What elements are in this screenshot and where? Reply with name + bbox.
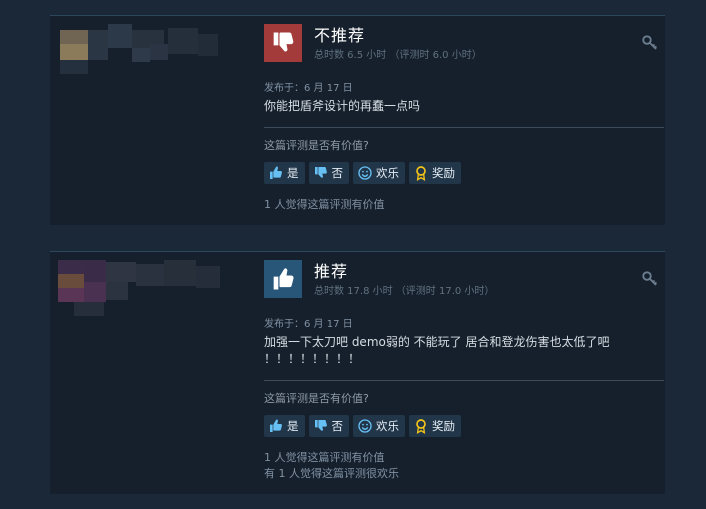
divider <box>264 127 664 128</box>
helpful-counts: 1 人觉得这篇评测有价值 有 1 人觉得这篇评测很欢乐 <box>264 450 399 482</box>
award-label: 奖励 <box>432 166 455 180</box>
helpful-counts: 1 人觉得这篇评测有价值 <box>264 197 385 213</box>
award-button[interactable]: 奖励 <box>409 162 461 184</box>
thumbs-down-icon <box>264 24 302 62</box>
author-avatar-pixelated <box>50 252 250 494</box>
key-icon <box>641 34 659 52</box>
smiley-icon <box>358 166 372 180</box>
vote-yes-button[interactable]: 是 <box>264 415 305 437</box>
review-verdict: 不推荐 <box>314 26 366 45</box>
thumbs-down-icon <box>314 167 327 178</box>
vote-yes-button[interactable]: 是 <box>264 162 305 184</box>
playtime-hours: 总时数 6.5 小时 （评测时 6.0 小时） <box>314 50 482 61</box>
vote-funny-label: 欢乐 <box>376 419 399 433</box>
vote-buttons: 是 否 欢乐 奖励 <box>264 415 461 437</box>
vote-yes-label: 是 <box>287 419 299 433</box>
funny-count-line: 有 1 人觉得这篇评测很欢乐 <box>264 467 399 480</box>
divider <box>264 380 664 381</box>
smiley-icon <box>358 419 372 433</box>
vote-no-button[interactable]: 否 <box>308 162 349 184</box>
vote-no-label: 否 <box>331 419 344 433</box>
vote-funny-label: 欢乐 <box>376 166 399 180</box>
award-ribbon-icon <box>416 419 426 434</box>
thumbs-up-icon <box>270 419 282 432</box>
review-card: 推荐 总时数 17.8 小时 （评测时 17.0 小时） 发布于：6 月 17 … <box>50 251 665 494</box>
review-content: 加强一下太刀吧 demo弱的 不能玩了 居合和登龙伤害也太低了吧 ！！！！！！！… <box>264 335 610 366</box>
award-label: 奖励 <box>432 419 455 433</box>
playtime-hours: 总时数 17.8 小时 （评测时 17.0 小时） <box>314 286 495 297</box>
vote-buttons: 是 否 欢乐 奖励 <box>264 162 461 184</box>
key-icon <box>641 270 659 288</box>
thumbs-down-icon <box>314 420 327 431</box>
thumbs-up-icon <box>270 166 282 179</box>
review-card: 不推荐 总时数 6.5 小时 （评测时 6.0 小时） 发布于：6 月 17 日… <box>50 15 665 225</box>
vote-no-button[interactable]: 否 <box>308 415 349 437</box>
award-ribbon-icon <box>416 166 426 181</box>
helpful-count-line: 1 人觉得这篇评测有价值 <box>264 451 385 464</box>
author-avatar-pixelated <box>50 16 250 225</box>
award-button[interactable]: 奖励 <box>409 415 461 437</box>
vote-funny-button[interactable]: 欢乐 <box>353 415 405 437</box>
helpful-count-line: 1 人觉得这篇评测有价值 <box>264 198 385 211</box>
posted-date: 发布于：6 月 17 日 <box>264 319 353 330</box>
helpful-question: 这篇评测是否有价值? <box>264 139 369 152</box>
review-verdict: 推荐 <box>314 262 349 281</box>
thumbs-up-icon <box>264 260 302 298</box>
vote-funny-button[interactable]: 欢乐 <box>353 162 405 184</box>
vote-yes-label: 是 <box>287 166 299 180</box>
review-content: 你能把盾斧设计的再蠢一点吗 <box>264 99 421 113</box>
vote-no-label: 否 <box>331 166 344 180</box>
posted-date: 发布于：6 月 17 日 <box>264 83 353 94</box>
helpful-question: 这篇评测是否有价值? <box>264 392 369 405</box>
